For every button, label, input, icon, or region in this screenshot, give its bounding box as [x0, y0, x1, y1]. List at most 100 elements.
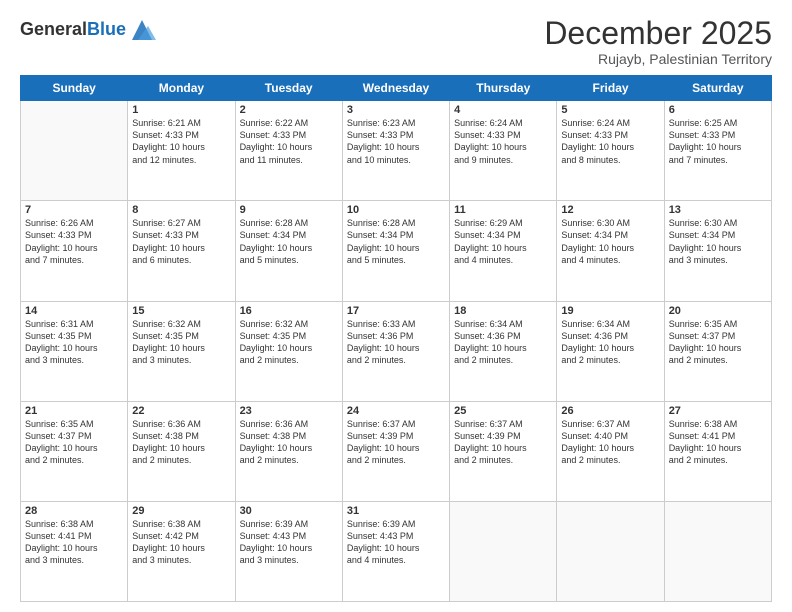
day-info: Sunrise: 6:30 AMSunset: 4:34 PMDaylight:…	[669, 217, 767, 266]
calendar-header-monday: Monday	[128, 76, 235, 101]
day-info: Sunrise: 6:26 AMSunset: 4:33 PMDaylight:…	[25, 217, 123, 266]
day-number: 12	[561, 204, 659, 216]
month-title: December 2025	[544, 16, 772, 51]
day-info: Sunrise: 6:38 AMSunset: 4:41 PMDaylight:…	[669, 418, 767, 467]
calendar-week-row: 14Sunrise: 6:31 AMSunset: 4:35 PMDayligh…	[21, 301, 772, 401]
day-info: Sunrise: 6:25 AMSunset: 4:33 PMDaylight:…	[669, 117, 767, 166]
calendar-cell: 28Sunrise: 6:38 AMSunset: 4:41 PMDayligh…	[21, 501, 128, 601]
day-number: 9	[240, 204, 338, 216]
calendar-cell: 17Sunrise: 6:33 AMSunset: 4:36 PMDayligh…	[342, 301, 449, 401]
calendar-cell: 15Sunrise: 6:32 AMSunset: 4:35 PMDayligh…	[128, 301, 235, 401]
calendar-cell	[21, 101, 128, 201]
calendar-header-friday: Friday	[557, 76, 664, 101]
day-number: 17	[347, 305, 445, 317]
calendar-cell: 29Sunrise: 6:38 AMSunset: 4:42 PMDayligh…	[128, 501, 235, 601]
calendar-cell: 24Sunrise: 6:37 AMSunset: 4:39 PMDayligh…	[342, 401, 449, 501]
day-number: 7	[25, 204, 123, 216]
logo-general: General	[20, 19, 87, 39]
day-number: 3	[347, 104, 445, 116]
day-number: 24	[347, 405, 445, 417]
day-number: 30	[240, 505, 338, 517]
day-number: 1	[132, 104, 230, 116]
calendar-week-row: 1Sunrise: 6:21 AMSunset: 4:33 PMDaylight…	[21, 101, 772, 201]
day-info: Sunrise: 6:32 AMSunset: 4:35 PMDaylight:…	[132, 318, 230, 367]
calendar-cell: 27Sunrise: 6:38 AMSunset: 4:41 PMDayligh…	[664, 401, 771, 501]
day-number: 28	[25, 505, 123, 517]
calendar-cell: 19Sunrise: 6:34 AMSunset: 4:36 PMDayligh…	[557, 301, 664, 401]
day-number: 2	[240, 104, 338, 116]
calendar-header-thursday: Thursday	[450, 76, 557, 101]
day-number: 6	[669, 104, 767, 116]
calendar-cell: 21Sunrise: 6:35 AMSunset: 4:37 PMDayligh…	[21, 401, 128, 501]
day-info: Sunrise: 6:37 AMSunset: 4:40 PMDaylight:…	[561, 418, 659, 467]
calendar-cell	[557, 501, 664, 601]
calendar-cell: 3Sunrise: 6:23 AMSunset: 4:33 PMDaylight…	[342, 101, 449, 201]
day-info: Sunrise: 6:36 AMSunset: 4:38 PMDaylight:…	[132, 418, 230, 467]
calendar-cell: 23Sunrise: 6:36 AMSunset: 4:38 PMDayligh…	[235, 401, 342, 501]
logo-icon	[128, 16, 156, 44]
calendar-cell: 9Sunrise: 6:28 AMSunset: 4:34 PMDaylight…	[235, 201, 342, 301]
day-number: 16	[240, 305, 338, 317]
page: GeneralBlue December 2025 Rujayb, Palest…	[0, 0, 792, 612]
day-number: 13	[669, 204, 767, 216]
calendar-table: SundayMondayTuesdayWednesdayThursdayFrid…	[20, 75, 772, 602]
header: GeneralBlue December 2025 Rujayb, Palest…	[20, 16, 772, 67]
day-info: Sunrise: 6:22 AMSunset: 4:33 PMDaylight:…	[240, 117, 338, 166]
calendar-cell: 14Sunrise: 6:31 AMSunset: 4:35 PMDayligh…	[21, 301, 128, 401]
day-number: 31	[347, 505, 445, 517]
day-number: 14	[25, 305, 123, 317]
logo-blue: Blue	[87, 19, 126, 39]
day-info: Sunrise: 6:30 AMSunset: 4:34 PMDaylight:…	[561, 217, 659, 266]
calendar-cell: 18Sunrise: 6:34 AMSunset: 4:36 PMDayligh…	[450, 301, 557, 401]
calendar-cell: 16Sunrise: 6:32 AMSunset: 4:35 PMDayligh…	[235, 301, 342, 401]
day-number: 20	[669, 305, 767, 317]
day-number: 23	[240, 405, 338, 417]
day-number: 4	[454, 104, 552, 116]
logo-text: GeneralBlue	[20, 20, 126, 40]
day-number: 29	[132, 505, 230, 517]
calendar-cell: 5Sunrise: 6:24 AMSunset: 4:33 PMDaylight…	[557, 101, 664, 201]
day-number: 21	[25, 405, 123, 417]
day-number: 10	[347, 204, 445, 216]
day-info: Sunrise: 6:34 AMSunset: 4:36 PMDaylight:…	[561, 318, 659, 367]
calendar-header-row: SundayMondayTuesdayWednesdayThursdayFrid…	[21, 76, 772, 101]
day-info: Sunrise: 6:23 AMSunset: 4:33 PMDaylight:…	[347, 117, 445, 166]
day-info: Sunrise: 6:24 AMSunset: 4:33 PMDaylight:…	[454, 117, 552, 166]
calendar-cell	[664, 501, 771, 601]
calendar-cell: 6Sunrise: 6:25 AMSunset: 4:33 PMDaylight…	[664, 101, 771, 201]
day-number: 11	[454, 204, 552, 216]
day-info: Sunrise: 6:37 AMSunset: 4:39 PMDaylight:…	[454, 418, 552, 467]
calendar-cell: 31Sunrise: 6:39 AMSunset: 4:43 PMDayligh…	[342, 501, 449, 601]
calendar-week-row: 21Sunrise: 6:35 AMSunset: 4:37 PMDayligh…	[21, 401, 772, 501]
day-info: Sunrise: 6:28 AMSunset: 4:34 PMDaylight:…	[347, 217, 445, 266]
title-block: December 2025 Rujayb, Palestinian Territ…	[544, 16, 772, 67]
calendar-header-saturday: Saturday	[664, 76, 771, 101]
calendar-cell: 22Sunrise: 6:36 AMSunset: 4:38 PMDayligh…	[128, 401, 235, 501]
day-info: Sunrise: 6:38 AMSunset: 4:41 PMDaylight:…	[25, 518, 123, 567]
day-info: Sunrise: 6:38 AMSunset: 4:42 PMDaylight:…	[132, 518, 230, 567]
calendar-cell	[450, 501, 557, 601]
calendar-cell: 12Sunrise: 6:30 AMSunset: 4:34 PMDayligh…	[557, 201, 664, 301]
day-number: 8	[132, 204, 230, 216]
calendar-cell: 26Sunrise: 6:37 AMSunset: 4:40 PMDayligh…	[557, 401, 664, 501]
day-info: Sunrise: 6:31 AMSunset: 4:35 PMDaylight:…	[25, 318, 123, 367]
day-info: Sunrise: 6:24 AMSunset: 4:33 PMDaylight:…	[561, 117, 659, 166]
calendar-cell: 10Sunrise: 6:28 AMSunset: 4:34 PMDayligh…	[342, 201, 449, 301]
day-info: Sunrise: 6:39 AMSunset: 4:43 PMDaylight:…	[240, 518, 338, 567]
calendar-cell: 1Sunrise: 6:21 AMSunset: 4:33 PMDaylight…	[128, 101, 235, 201]
day-info: Sunrise: 6:37 AMSunset: 4:39 PMDaylight:…	[347, 418, 445, 467]
calendar-header-tuesday: Tuesday	[235, 76, 342, 101]
calendar-cell: 8Sunrise: 6:27 AMSunset: 4:33 PMDaylight…	[128, 201, 235, 301]
day-number: 18	[454, 305, 552, 317]
day-info: Sunrise: 6:21 AMSunset: 4:33 PMDaylight:…	[132, 117, 230, 166]
day-info: Sunrise: 6:35 AMSunset: 4:37 PMDaylight:…	[25, 418, 123, 467]
day-number: 27	[669, 405, 767, 417]
logo: GeneralBlue	[20, 16, 156, 44]
calendar-header-sunday: Sunday	[21, 76, 128, 101]
calendar-week-row: 28Sunrise: 6:38 AMSunset: 4:41 PMDayligh…	[21, 501, 772, 601]
day-number: 26	[561, 405, 659, 417]
calendar-week-row: 7Sunrise: 6:26 AMSunset: 4:33 PMDaylight…	[21, 201, 772, 301]
day-number: 25	[454, 405, 552, 417]
calendar-cell: 13Sunrise: 6:30 AMSunset: 4:34 PMDayligh…	[664, 201, 771, 301]
calendar-cell: 30Sunrise: 6:39 AMSunset: 4:43 PMDayligh…	[235, 501, 342, 601]
